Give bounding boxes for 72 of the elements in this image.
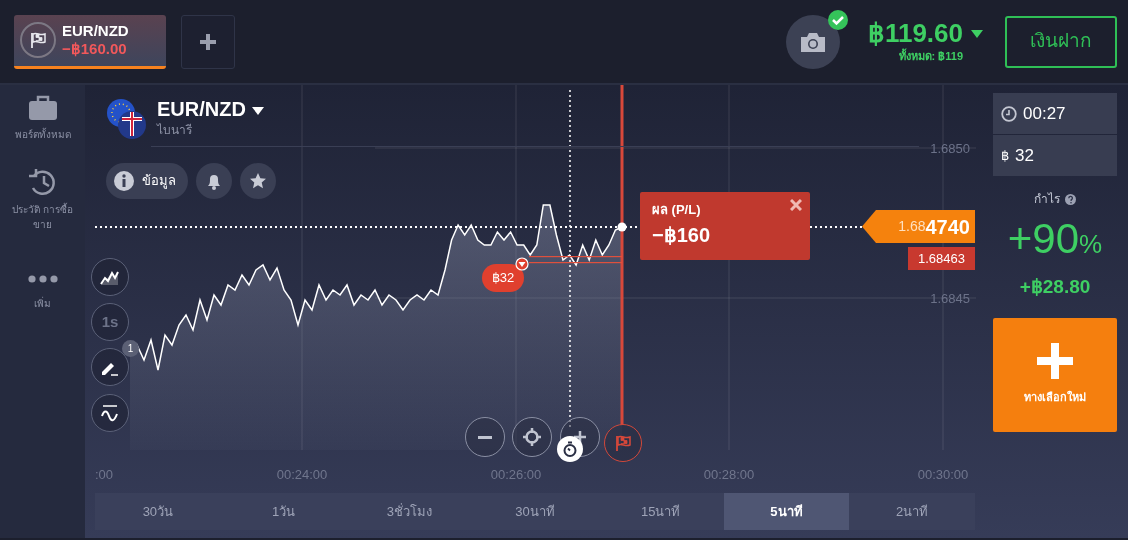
bell-icon — [205, 172, 223, 190]
asset-selector[interactable]: EUR/NZD — [157, 97, 264, 121]
indicator-button[interactable] — [91, 394, 129, 432]
chart-type-button[interactable] — [91, 258, 129, 296]
sidebar-item[interactable]: พอร์ตทั้งหมด — [14, 95, 71, 142]
price-prefix: 1.68 — [898, 217, 926, 236]
current-point — [617, 222, 627, 232]
timeframe-tab[interactable]: 30นาที — [472, 493, 598, 530]
add-tab-button[interactable] — [181, 14, 235, 69]
timeframe-tab[interactable]: 1วัน — [220, 493, 347, 530]
deposit-button[interactable]: เงินฝาก — [1005, 15, 1117, 68]
clock-icon — [1001, 106, 1017, 123]
drawing-button[interactable] — [91, 348, 129, 386]
expiry-time-field[interactable]: 00:27 — [993, 93, 1117, 134]
camera-button[interactable] — [785, 14, 840, 69]
payout-percent: +90 — [1007, 214, 1080, 264]
sidebar-item[interactable]: เพิ่ม — [27, 266, 58, 311]
flag-icon — [614, 434, 632, 452]
flag-icon — [29, 31, 47, 49]
time-axis-label: 00:30:00 — [917, 467, 969, 482]
timeframe-tab[interactable]: 5นาที — [723, 493, 850, 530]
price-digits: 4740 — [925, 214, 970, 240]
time-axis-label: :00 — [95, 467, 114, 482]
plus-icon — [1037, 343, 1073, 380]
asset-type: ไบนารี — [157, 122, 193, 139]
close-button[interactable] — [788, 197, 804, 213]
help-icon[interactable] — [1065, 194, 1076, 206]
stopwatch-icon — [562, 441, 578, 457]
center-button[interactable] — [512, 417, 552, 457]
alert-button[interactable] — [196, 163, 232, 199]
total-balance: ทั้งหมด: ฿119 — [898, 48, 963, 65]
sidebar-item[interactable]: ประวัติ การซื้อขาย — [11, 168, 74, 232]
popup-label: ผล (P/L) — [652, 202, 702, 218]
asset-pair: EUR/NZD — [62, 22, 129, 40]
caret-icon — [251, 106, 264, 115]
price-axis-label: 1.6850 — [930, 141, 970, 156]
investment-amount-field[interactable]: ฿ 32 — [993, 135, 1117, 176]
currency-flags-icon — [105, 97, 149, 141]
interval-button[interactable]: 1s — [91, 303, 129, 341]
asset-tab[interactable]: EUR/NZD −฿160.00 — [14, 14, 166, 69]
profit-label: กำไร — [1034, 191, 1060, 208]
price-axis-label: 1.6845 — [930, 291, 970, 306]
time-axis-label: 00:28:00 — [703, 467, 755, 482]
popup-value: −฿160 — [652, 223, 712, 248]
minus-icon — [478, 435, 492, 439]
favorite-button[interactable] — [240, 163, 276, 199]
balance-amount[interactable]: ฿119.60 — [867, 18, 963, 49]
timeframe-tab[interactable]: 30วัน — [95, 493, 221, 530]
indicator-icon — [100, 404, 120, 422]
zoom-out-button[interactable] — [465, 417, 505, 457]
profit-amount: −฿160.00 — [62, 40, 128, 58]
timeframe-tab[interactable]: 15นาที — [597, 493, 724, 530]
info-icon — [114, 171, 134, 192]
plus-icon — [198, 31, 218, 52]
timeframe-tab[interactable]: 2นาที — [849, 493, 976, 530]
entry-price-tag: 1.68463 — [908, 247, 975, 270]
count-badge: 1 — [122, 340, 139, 357]
profit-amount: +฿28.80 — [1018, 275, 1092, 299]
info-button[interactable]: ข้อมูล — [106, 163, 188, 199]
caret-icon[interactable] — [971, 30, 983, 38]
history-clock-icon — [27, 168, 58, 196]
time-axis-label: 00:24:00 — [276, 467, 328, 482]
target-icon — [523, 428, 541, 446]
briefcase-icon — [27, 95, 58, 121]
timeframe-tab[interactable]: 3ชั่วโมง — [346, 493, 473, 530]
star-icon — [249, 172, 267, 190]
time-axis-label: 00:26:00 — [490, 467, 542, 482]
new-option-button[interactable]: ทางเลือกใหม่ — [993, 317, 1117, 432]
percent-sign: % — [1079, 228, 1103, 261]
camera-icon — [798, 30, 827, 53]
close-icon — [790, 199, 802, 211]
more-icon — [27, 274, 58, 283]
